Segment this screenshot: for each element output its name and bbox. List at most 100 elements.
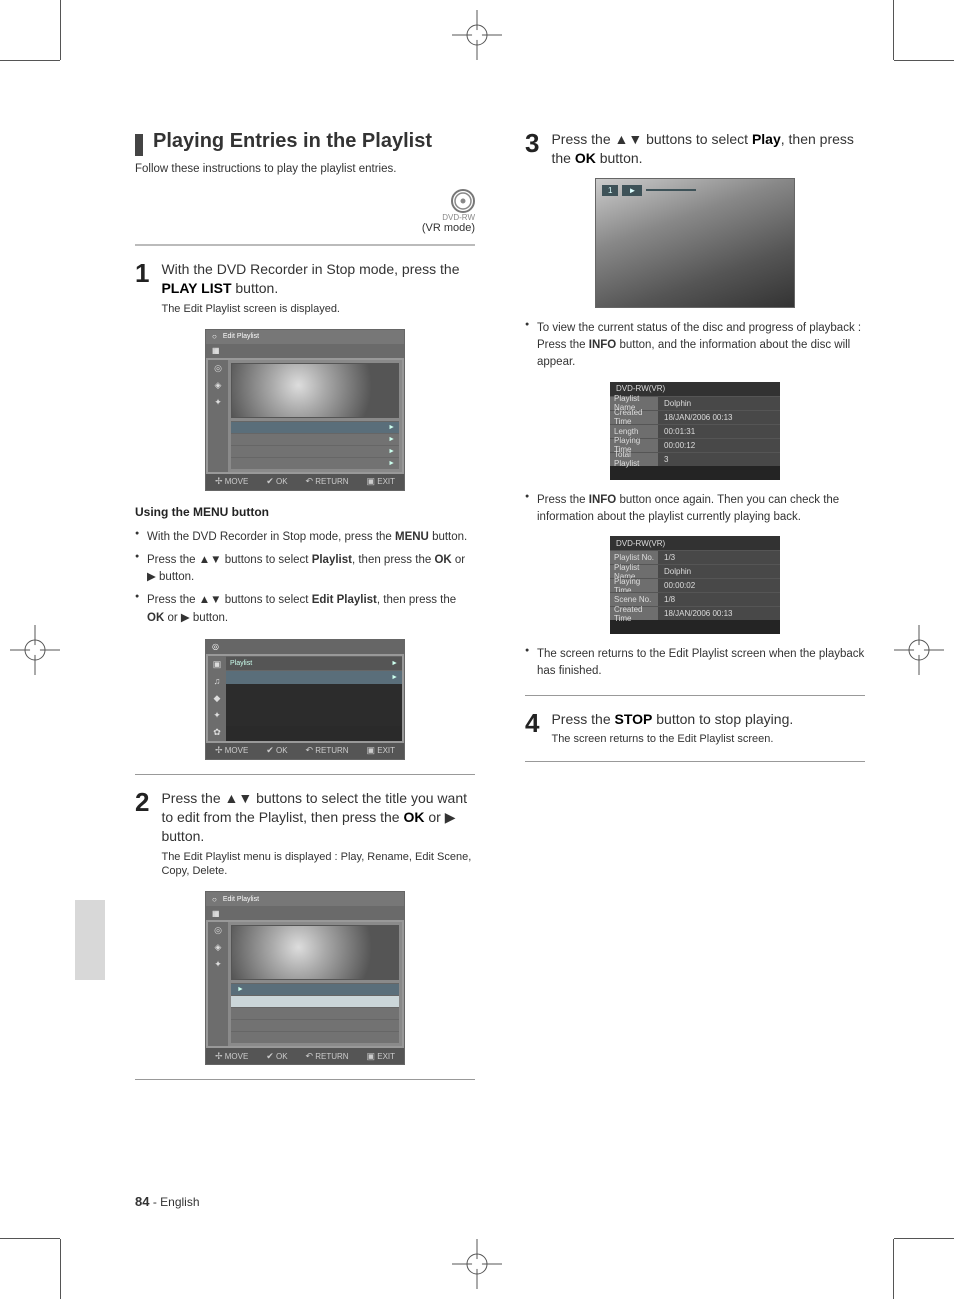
disc-icon: ◎ [212, 642, 219, 651]
step-4-number: 4 [525, 710, 539, 736]
crop-mark [893, 1239, 894, 1299]
info-value: 00:00:02 [658, 578, 780, 592]
step-1: 1 With the DVD Recorder in Stop mode, pr… [135, 260, 475, 317]
info-value: Dolphin [658, 564, 780, 578]
nav-icon: ✿ [208, 724, 226, 741]
playback-badge-num: 1 [602, 185, 618, 196]
step-3-text-a: Press the ▲▼ buttons to select [551, 131, 751, 147]
playback-badge-bar [646, 189, 696, 191]
step-3-text-c: button. [596, 150, 643, 166]
divider [525, 761, 865, 762]
move-icon: ✢ [215, 1051, 223, 1061]
side-tab [75, 900, 105, 980]
step-4-desc: The screen returns to the Edit Playlist … [551, 732, 865, 747]
osd-list-row [231, 1019, 399, 1031]
osd-title: Edit Playlist [223, 896, 259, 903]
nav-icon: ◎ [208, 922, 228, 939]
return-icon: ↶ [305, 745, 313, 755]
circle-icon: ○ [212, 332, 217, 341]
bullet-text: button. [429, 531, 467, 543]
left-column: Playing Entries in the Playlist Follow t… [135, 130, 475, 1094]
nav-icon: ♫ [208, 673, 226, 690]
info-label: Created Time [610, 410, 658, 424]
info-bullet-list-2: Press the INFO button once again. Then y… [525, 492, 865, 527]
info-value: 00:01:31 [658, 424, 780, 438]
osd-list-row-selected [231, 995, 399, 1007]
mode-note: (VR mode) [135, 222, 475, 234]
crop-mark [894, 60, 954, 61]
osd-foot-move: MOVE [225, 746, 249, 755]
osd-list-row: ► [231, 983, 399, 995]
osd-list-row: ► [231, 457, 399, 469]
nav-icon: ◈ [208, 377, 228, 394]
osd-list-row: ► [226, 670, 402, 684]
info-bullet-list-1: To view the current status of the disc a… [525, 320, 865, 372]
bullet-button: OK [434, 554, 451, 566]
registration-mark [10, 625, 60, 675]
step-4-text-a: Press the [551, 711, 614, 727]
bullet-item: Press the INFO button once again. Then y… [525, 492, 865, 527]
using-menu-heading: Using the MENU button [135, 505, 475, 519]
osd-edit-playlist-2: ○Edit Playlist ▦ ◎ ◈ ✦ ► [205, 891, 405, 1065]
osd-foot-exit: EXIT [377, 477, 395, 486]
bullet-text: , then press the [352, 554, 434, 566]
info-box-head: DVD-RW(VR) [616, 384, 665, 393]
crop-mark [894, 1238, 954, 1239]
info-value: Dolphin [658, 396, 780, 410]
crop-mark [0, 60, 60, 61]
osd-playlist-menu: ◎ ▣ ♫ ◆ ✦ ✿ Playlist ► ► [205, 639, 405, 760]
menu-bullet-list: With the DVD Recorder in Stop mode, pres… [135, 529, 475, 627]
playback-photo: 1 ► [595, 178, 795, 308]
nav-icon: ◈ [208, 939, 228, 956]
divider [135, 244, 475, 246]
step-1-number: 1 [135, 260, 149, 286]
list-icon: ▦ [212, 909, 220, 918]
playback-badge: 1 ► [602, 185, 696, 196]
page-number: 84 [135, 1194, 149, 1209]
bullet-item: Press the ▲▼ buttons to select Playlist,… [135, 552, 475, 587]
bullet-text: Press the [537, 494, 589, 506]
bullet-button: MENU [395, 531, 429, 543]
right-column: 3 Press the ▲▼ buttons to select Play, t… [525, 130, 865, 1094]
step-2-button: OK [403, 809, 424, 825]
registration-mark [452, 10, 502, 60]
info-value: 1/3 [658, 550, 780, 564]
registration-mark [894, 625, 944, 675]
info-label: Total Playlist [610, 452, 658, 466]
nav-icon: ◆ [208, 690, 226, 707]
info-value: 18/JAN/2006 00:13 [658, 410, 780, 424]
registration-mark [452, 1239, 502, 1289]
step-1-button-name: PLAY LIST [161, 280, 231, 296]
divider [525, 695, 865, 696]
osd-empty-area [226, 684, 402, 726]
crop-mark [893, 0, 894, 60]
crop-mark [60, 0, 61, 60]
bullet-text: , then press the [377, 594, 456, 606]
page-footer: 84 - English [135, 1194, 200, 1209]
crop-mark [0, 1238, 60, 1239]
disc-icon [451, 189, 475, 213]
divider [135, 774, 475, 775]
info-label: Playing Time [610, 578, 658, 592]
exit-icon: ▣ [366, 1051, 375, 1061]
step-3: 3 Press the ▲▼ buttons to select Play, t… [525, 130, 865, 168]
bullet-button: INFO [589, 339, 616, 351]
move-icon: ✢ [215, 745, 223, 755]
step-1-text-a: With the DVD Recorder in Stop mode, pres… [161, 261, 459, 277]
exit-icon: ▣ [366, 745, 375, 755]
play-icon: ► [391, 660, 398, 667]
osd-foot-move: MOVE [225, 477, 249, 486]
ok-icon: ✔ [266, 476, 274, 486]
section-title: Playing Entries in the Playlist [153, 130, 475, 153]
osd-foot-ok: OK [276, 477, 288, 486]
bullet-button: OK [147, 612, 164, 624]
bullet-button: INFO [589, 494, 616, 506]
osd-menu-title: Playlist [230, 660, 252, 667]
bullet-text: Press the ▲▼ buttons to select [147, 554, 312, 566]
section-intro: Follow these instructions to play the pl… [135, 163, 475, 175]
step-4: 4 Press the STOP button to stop playing.… [525, 710, 865, 748]
step-1-desc: The Edit Playlist screen is displayed. [161, 302, 475, 317]
nav-icon: ◎ [208, 360, 228, 377]
nav-icon: ✦ [208, 707, 226, 724]
info-bullet-list-3: The screen returns to the Edit Playlist … [525, 646, 865, 681]
